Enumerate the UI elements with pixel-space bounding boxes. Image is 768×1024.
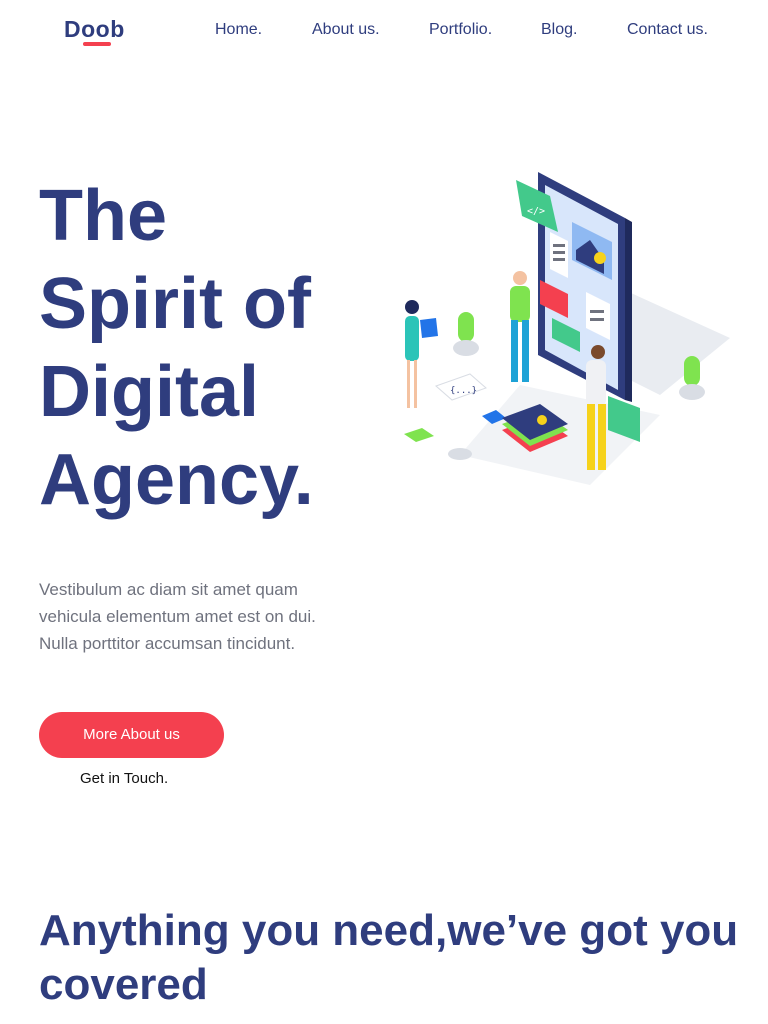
tablet [420, 318, 438, 338]
man-leg [522, 320, 529, 382]
list-line [590, 318, 604, 321]
image-sun-icon [594, 252, 606, 264]
text-line [553, 244, 565, 247]
small-green-tile [404, 428, 434, 442]
code-tag-label: </> [527, 206, 545, 217]
man2-head [591, 345, 605, 359]
services-title: Anything you need,we’ve got you covered [39, 906, 739, 1009]
plant-pot [453, 340, 479, 356]
braces-label: {...} [450, 386, 477, 396]
hero-illustration: </> {...} [390, 160, 740, 495]
nav-about[interactable]: About us. [312, 21, 380, 39]
hero-title: The Spirit of Digital Agency. [39, 172, 369, 524]
more-about-us-button[interactable]: More About us [39, 712, 224, 758]
plant-pot [679, 384, 705, 400]
man2-leg [598, 404, 606, 470]
site-header: Doob Home. About us. Portfolio. Blog. Co… [0, 0, 768, 62]
man-body [510, 286, 530, 322]
nav-portfolio[interactable]: Portfolio. [429, 21, 492, 39]
hero-title-line: Digital [39, 352, 260, 432]
isometric-app-illustration: </> {...} [404, 172, 730, 485]
hero-title-line: The [39, 176, 168, 256]
logo-underline [83, 42, 111, 46]
get-in-touch-link[interactable]: Get in Touch. [80, 770, 168, 787]
man2-leg [587, 404, 595, 470]
hero-description: Vestibulum ac diam sit amet quam vehicul… [39, 580, 316, 653]
nav-home[interactable]: Home. [215, 21, 262, 39]
text-line [553, 251, 565, 254]
nav-contact[interactable]: Contact us. [627, 21, 708, 39]
image-stack-sun [537, 415, 547, 425]
main-nav: Home. About us. Portfolio. Blog. Contact… [0, 21, 768, 41]
text-line [553, 258, 565, 261]
man2-body [586, 360, 606, 406]
man-head [513, 271, 527, 285]
man-leg [511, 320, 518, 382]
woman-leg [407, 360, 410, 408]
woman-leg [414, 360, 417, 408]
small-cylinder [448, 448, 472, 460]
nav-blog[interactable]: Blog. [541, 21, 577, 39]
hero-title-line: Spirit of [39, 264, 311, 344]
hero-title-line: Agency. [39, 440, 314, 520]
plant [458, 312, 474, 342]
plant [684, 356, 700, 386]
phone-side [625, 218, 632, 402]
woman-body [405, 316, 419, 361]
woman-head [405, 300, 419, 314]
list-line [590, 310, 604, 313]
